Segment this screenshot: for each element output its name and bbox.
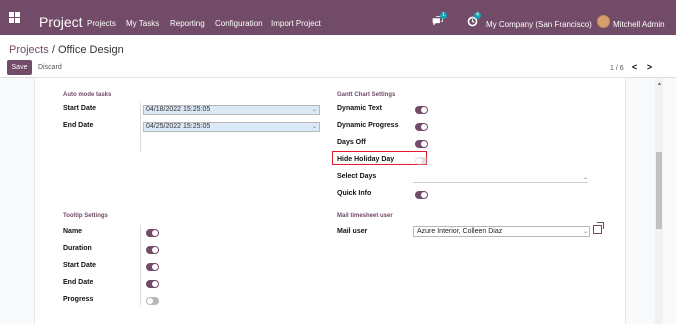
menu-projects[interactable]: Projects <box>87 20 116 28</box>
tooltip-end-date-toggle[interactable] <box>146 280 159 288</box>
end-date-label: End Date <box>63 122 94 129</box>
breadcrumb-separator: / <box>51 44 55 56</box>
start-date-dropdown-icon[interactable]: ⌄ <box>312 106 317 113</box>
save-button[interactable]: Save <box>7 60 32 75</box>
select-days-dropdown-icon[interactable]: ⌄ <box>583 174 588 181</box>
mail-user-label: Mail user <box>337 228 368 235</box>
tooltip-start-date-toggle[interactable] <box>146 263 159 271</box>
top-navigation-bar: Project Projects My Tasks Reporting Conf… <box>0 0 676 35</box>
dynamic-progress-label: Dynamic Progress <box>337 122 399 129</box>
hide-holiday-day-toggle[interactable] <box>415 157 428 165</box>
mail-timesheet-section: Mail timesheet user <box>337 213 393 219</box>
menu-reporting[interactable]: Reporting <box>170 20 205 28</box>
days-off-toggle[interactable] <box>415 140 428 148</box>
scroll-up-icon[interactable]: ▲ <box>657 81 662 87</box>
app-brand[interactable]: Project <box>39 15 83 29</box>
mail-user-dropdown-icon[interactable]: ⌄ <box>583 228 588 235</box>
select-days-input[interactable] <box>413 173 588 183</box>
breadcrumb: Projects / Office Design <box>9 44 124 56</box>
start-date-label: Start Date <box>63 105 97 112</box>
tooltip-name-toggle[interactable] <box>146 229 159 237</box>
quick-info-toggle[interactable] <box>415 191 428 199</box>
tooltip-end-date-label: End Date <box>63 279 94 286</box>
mail-user-input[interactable]: Azure Interior, Colleen Diaz <box>413 226 590 237</box>
tooltip-name-label: Name <box>63 228 83 235</box>
quick-info-label: Quick Info <box>337 190 372 197</box>
start-date-input[interactable]: 04/18/2022 15:25:05 <box>143 105 320 115</box>
end-date-dropdown-icon[interactable]: ⌄ <box>312 123 317 130</box>
dynamic-text-label: Dynamic Text <box>337 105 382 112</box>
dynamic-progress-toggle[interactable] <box>415 123 428 131</box>
tooltip-start-date-label: Start Date <box>63 262 97 269</box>
breadcrumb-current: Office Design <box>57 44 124 56</box>
tooltip-progress-toggle[interactable] <box>146 297 159 305</box>
end-date-input[interactable]: 04/25/2022 15:25:05 <box>143 122 320 132</box>
menu-configuration[interactable]: Configuration <box>215 20 263 28</box>
tooltip-field-separator <box>140 225 141 305</box>
dynamic-text-toggle[interactable] <box>415 106 428 114</box>
menu-my-tasks[interactable]: My Tasks <box>126 20 159 28</box>
project-settings-form <box>35 78 625 324</box>
select-days-label: Select Days <box>337 173 377 180</box>
scrollbar-thumb[interactable] <box>656 152 662 229</box>
gantt-settings-section: Gantt Chart Settings <box>337 92 396 98</box>
breadcrumb-projects[interactable]: Projects <box>9 44 49 56</box>
user-avatar[interactable] <box>597 15 610 28</box>
pager-value[interactable]: 1 / 6 <box>610 65 624 72</box>
activity-badge: 4 <box>474 12 481 19</box>
previous-record-button[interactable]: < <box>628 62 641 73</box>
field-separator <box>140 103 141 152</box>
external-link-icon[interactable] <box>593 225 602 234</box>
control-panel <box>0 35 676 78</box>
next-record-button[interactable]: > <box>643 62 656 73</box>
user-menu[interactable]: Mitchell Admin <box>613 20 665 29</box>
tooltip-duration-toggle[interactable] <box>146 246 159 254</box>
menu-import-project[interactable]: Import Project <box>271 20 321 28</box>
message-badge: 1 <box>440 12 447 19</box>
tooltip-duration-label: Duration <box>63 245 92 252</box>
hide-holiday-day-label: Hide Holiday Day <box>337 156 395 163</box>
tooltip-settings-section: Tooltip Settings <box>63 213 108 219</box>
days-off-label: Days Off <box>337 139 366 146</box>
company-switcher[interactable]: My Company (San Francisco) <box>486 20 592 29</box>
discard-button[interactable]: Discard <box>38 60 62 75</box>
apps-grid-icon[interactable] <box>9 12 20 23</box>
tooltip-progress-label: Progress <box>63 296 94 303</box>
auto-mode-section: Auto mode tasks <box>63 92 112 98</box>
